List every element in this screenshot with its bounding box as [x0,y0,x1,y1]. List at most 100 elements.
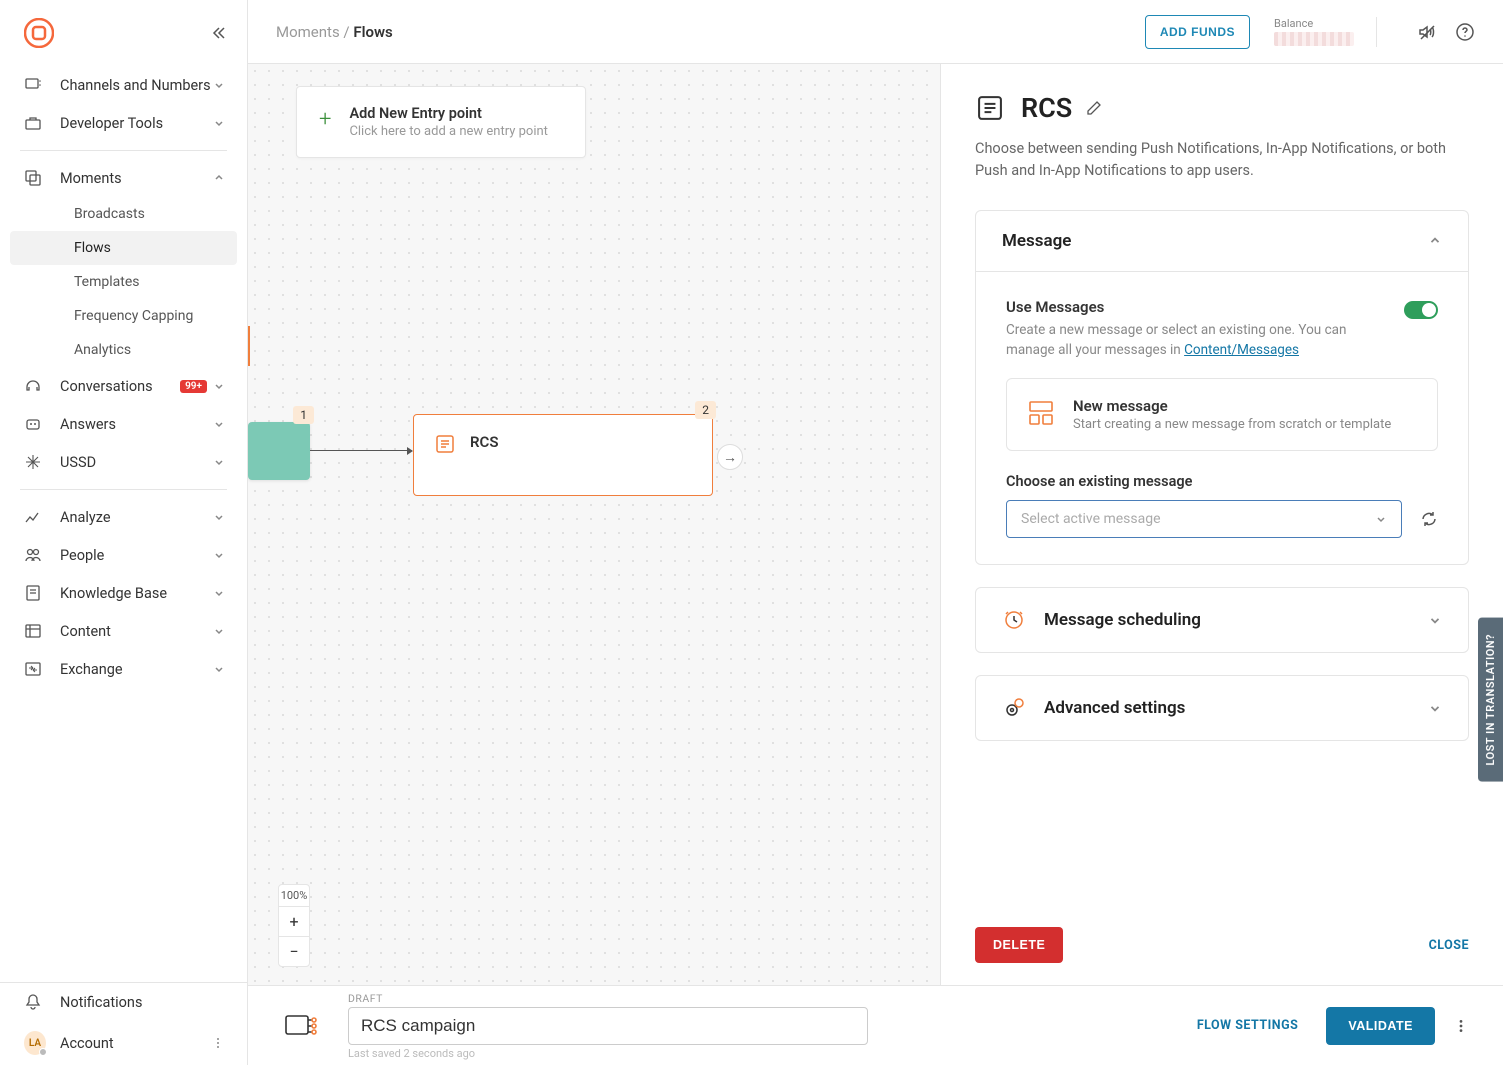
ussd-icon [24,453,46,471]
nav-analyze[interactable]: Analyze [0,498,247,536]
breadcrumb-parent[interactable]: Moments [276,23,340,41]
chevron-down-icon [213,663,225,675]
mute-icon[interactable] [1417,22,1437,42]
logo[interactable] [24,18,54,48]
help-icon[interactable] [1455,22,1475,42]
nav-label: Notifications [60,994,225,1011]
new-message-subtitle: Start creating a new message from scratc… [1073,417,1391,432]
chevron-down-icon [213,418,225,430]
chevron-down-icon [213,117,225,129]
nav-exchange[interactable]: Exchange [0,650,247,688]
nav-dev-tools[interactable]: Developer Tools [0,104,247,142]
chat-icon [24,76,46,94]
exchange-icon [24,660,46,678]
nav-label: Content [60,623,213,640]
flow-canvas[interactable]: + Add New Entry point Click here to add … [248,64,941,985]
zoom-out-button[interactable]: − [279,936,309,966]
chevron-down-icon [213,511,225,523]
sub-analytics[interactable]: Analytics [10,333,237,367]
content-icon [24,622,46,640]
advanced-section: Advanced settings [975,675,1469,741]
nav-knowledge-base[interactable]: Knowledge Base [0,574,247,612]
add-entry-point-card[interactable]: + Add New Entry point Click here to add … [296,86,586,158]
nav-account[interactable]: LA Account [0,1021,247,1065]
badge-count: 99+ [180,380,207,393]
breadcrumb: Moments / Flows [276,23,1145,41]
section-title: Message [1002,231,1428,251]
sidebar: Channels and Numbers Developer Tools Mom… [0,0,248,1065]
sub-flows[interactable]: Flows [10,231,237,265]
flow-name-input[interactable] [348,1007,868,1045]
nav-label: Exchange [60,661,213,678]
chevron-down-icon [213,79,225,91]
entry-title: Add New Entry point [349,105,547,122]
select-placeholder: Select active message [1021,511,1161,527]
edit-icon[interactable] [1086,100,1102,116]
breadcrumb-current: Flows [353,23,392,41]
rcs-node[interactable]: 2 RCS [413,414,713,496]
feedback-tab[interactable]: LOST IN TRANSLATION? [1478,618,1503,782]
nav-label: Channels and Numbers [60,77,213,94]
side-panel: RCS Choose between sending Push Notifica… [941,64,1503,985]
nav-label: People [60,547,213,564]
section-title: Message scheduling [1044,610,1428,630]
nav-label: Answers [60,416,213,433]
more-icon[interactable] [211,1036,225,1050]
nav-notifications[interactable]: Notifications [0,983,247,1021]
flow-settings-link[interactable]: FLOW SETTINGS [1197,1018,1299,1033]
nav-label: Moments [60,170,213,187]
add-funds-button[interactable]: ADD FUNDS [1145,15,1250,49]
node-output-handle[interactable]: → [717,444,743,470]
sub-frequency-capping[interactable]: Frequency Capping [10,299,237,333]
start-node[interactable]: 1 [248,422,310,480]
advanced-section-header[interactable]: Advanced settings [976,676,1468,740]
nav-label: Analyze [60,509,213,526]
template-icon [1027,399,1055,427]
choose-message-label: Choose an existing message [1006,473,1438,490]
rcs-icon [434,433,456,455]
nav-channels[interactable]: Channels and Numbers [0,66,247,104]
nav-moments[interactable]: Moments [0,159,247,197]
gear-icon [1002,696,1026,720]
refresh-icon[interactable] [1420,510,1438,528]
balance-value-redacted [1274,32,1354,46]
scheduling-section-header[interactable]: Message scheduling [976,588,1468,652]
headset-icon [24,377,46,395]
avatar: LA [24,1031,46,1055]
nav-label: USSD [60,454,213,471]
nav-ussd[interactable]: USSD [0,443,247,481]
zoom-control: 100% + − [278,884,310,967]
avatar-initials: LA [29,1038,41,1049]
delete-button[interactable]: DELETE [975,927,1063,963]
scheduling-section: Message scheduling [975,587,1469,653]
nav-label: Conversations [60,378,180,395]
people-icon [24,546,46,564]
sub-templates[interactable]: Templates [10,265,237,299]
new-message-card[interactable]: New message Start creating a new message… [1006,378,1438,451]
collapse-sidebar-icon[interactable] [211,25,227,41]
toolbox-icon [24,114,46,132]
draft-label: DRAFT [348,992,1197,1005]
close-button[interactable]: CLOSE [1429,938,1469,953]
bot-icon [24,415,46,433]
rcs-node-badge: 2 [695,401,716,419]
validate-button[interactable]: VALIDATE [1326,1007,1435,1045]
nav-answers[interactable]: Answers [0,405,247,443]
nav-content[interactable]: Content [0,612,247,650]
zoom-in-button[interactable]: + [279,906,309,936]
use-messages-toggle[interactable] [1404,301,1438,319]
message-section-header[interactable]: Message [976,211,1468,271]
rcs-icon [975,93,1005,123]
nav-people[interactable]: People [0,536,247,574]
select-message-dropdown[interactable]: Select active message [1006,500,1402,538]
chevron-up-icon [213,172,225,184]
more-icon[interactable] [1453,1018,1469,1034]
chevron-down-icon [1428,701,1442,715]
topbar: Moments / Flows ADD FUNDS Balance [248,0,1503,64]
nav-conversations[interactable]: Conversations 99+ [0,367,247,405]
chevron-down-icon [213,625,225,637]
sub-broadcasts[interactable]: Broadcasts [10,197,237,231]
chevron-up-icon [1428,234,1442,248]
panel-title: RCS [1021,92,1072,124]
content-messages-link[interactable]: Content/Messages [1184,342,1299,358]
